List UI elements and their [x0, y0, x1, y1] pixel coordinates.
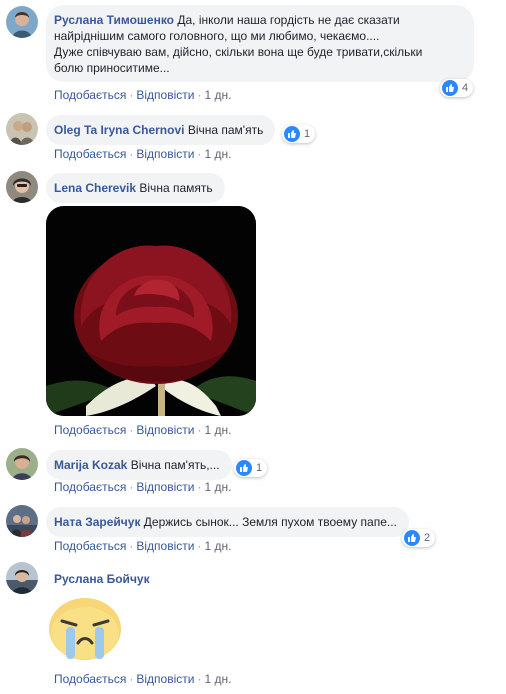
reaction-count[interactable]: 1: [234, 459, 268, 477]
timestamp[interactable]: 1 дн.: [204, 539, 231, 553]
comment-text: найріднішим самого головного, що ми люби…: [54, 29, 380, 43]
comment-bubble: Руслана Тимошенко Да, інколи наша гордіс…: [46, 5, 474, 82]
comment-text: Вічна пам'ять: [187, 123, 264, 137]
like-link[interactable]: Подобається: [54, 672, 126, 686]
like-link[interactable]: Подобається: [54, 480, 126, 494]
comment-bubble: Ната Зарейчук Держись сынок... Земля пух…: [46, 507, 409, 537]
reaction-count[interactable]: 4: [440, 79, 474, 97]
rose-image[interactable]: [46, 206, 256, 416]
reply-link[interactable]: Відповісти: [136, 539, 194, 553]
comment-author[interactable]: Ната Зарейчук: [54, 515, 140, 529]
comment-text: Вічна память: [139, 181, 213, 195]
like-icon: [404, 530, 420, 546]
reply-link[interactable]: Відповісти: [136, 423, 194, 437]
comment-actions: Подобається · Відповісти · 1 дн.: [54, 423, 232, 437]
avatar[interactable]: [6, 171, 38, 203]
reaction-count[interactable]: 2: [402, 529, 436, 547]
avatar[interactable]: [6, 6, 38, 38]
reply-link[interactable]: Відповісти: [136, 480, 194, 494]
comment-author[interactable]: Руслана Тимошенко: [54, 13, 174, 27]
like-link[interactable]: Подобається: [54, 539, 126, 553]
reaction-count[interactable]: 1: [282, 125, 316, 143]
avatar[interactable]: [6, 562, 38, 594]
avatar[interactable]: [6, 448, 38, 480]
timestamp[interactable]: 1 дн.: [204, 88, 231, 102]
comment-text: Дуже співчуваю вам, дійсно, скільки вона…: [54, 45, 423, 59]
reply-link[interactable]: Відповісти: [136, 147, 194, 161]
like-link[interactable]: Подобається: [54, 88, 126, 102]
comment-actions: Подобається · Відповісти · 1 дн.: [54, 147, 232, 161]
like-link[interactable]: Подобається: [54, 423, 126, 437]
avatar[interactable]: [6, 113, 38, 145]
like-icon: [236, 460, 252, 476]
comment-bubble: Marija Kozak Вічна пам'ять,...: [46, 450, 232, 480]
comment-text: Вічна пам'ять,...: [130, 458, 220, 472]
comment-bubble: Lena Cherevik Вічна память: [46, 173, 225, 203]
comment-text: болю приноситиме...: [54, 61, 170, 75]
timestamp[interactable]: 1 дн.: [204, 672, 231, 686]
timestamp[interactable]: 1 дн.: [204, 147, 231, 161]
comment-author[interactable]: Marija Kozak: [54, 458, 127, 472]
avatar[interactable]: [6, 505, 38, 537]
comment-actions: Подобається · Відповісти · 1 дн.: [54, 88, 232, 102]
comment-text: Да, інколи наша гордість не дає сказати: [177, 13, 400, 27]
comment-author[interactable]: Lena Cherevik: [54, 181, 136, 195]
like-icon: [442, 80, 458, 96]
like-link[interactable]: Подобається: [54, 147, 126, 161]
comment-author[interactable]: Руслана Бойчук: [54, 572, 150, 586]
timestamp[interactable]: 1 дн.: [204, 480, 231, 494]
crying-emoji-sticker[interactable]: [48, 597, 122, 661]
timestamp[interactable]: 1 дн.: [204, 423, 231, 437]
like-icon: [284, 126, 300, 142]
comment-bubble: Oleg Ta Iryna Chernovi Вічна пам'ять: [46, 115, 276, 145]
comment-text: Держись сынок... Земля пухом твоему папе…: [143, 515, 397, 529]
comment-author[interactable]: Oleg Ta Iryna Chernovi: [54, 123, 184, 137]
reply-link[interactable]: Відповісти: [136, 672, 194, 686]
comment-actions: Подобається · Відповісти · 1 дн.: [54, 672, 232, 686]
comment-actions: Подобається · Відповісти · 1 дн.: [54, 480, 232, 494]
reply-link[interactable]: Відповісти: [136, 88, 194, 102]
comment-actions: Подобається · Відповісти · 1 дн.: [54, 539, 232, 553]
